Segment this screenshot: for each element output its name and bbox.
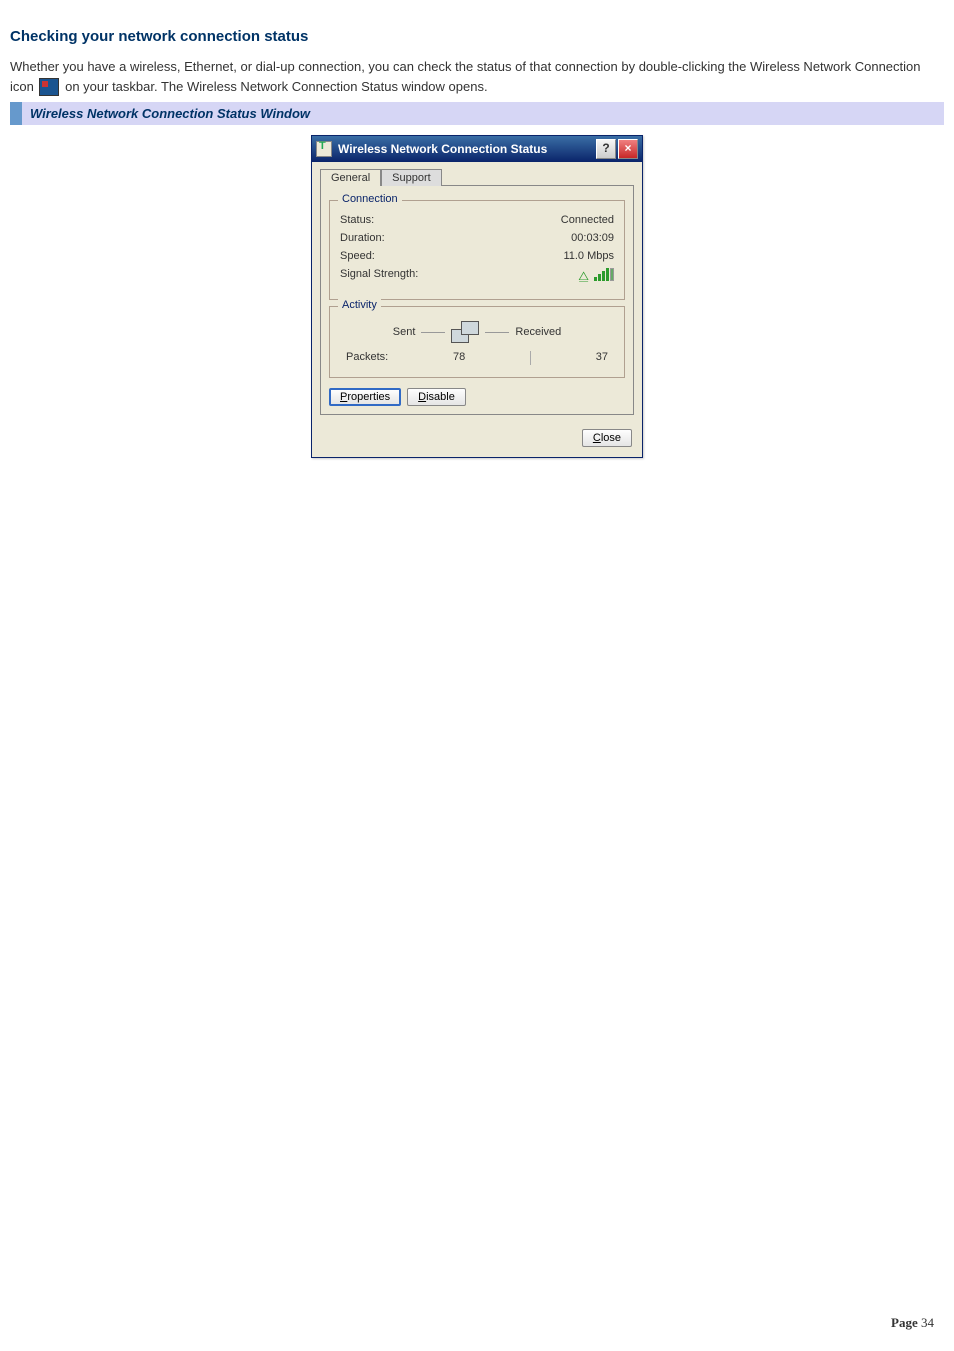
wireless-tray-icon <box>39 78 59 96</box>
help-button[interactable]: ? <box>596 139 616 159</box>
packets-sent-value: 78 <box>453 351 465 365</box>
signal-label: Signal Strength: <box>340 268 418 284</box>
activity-legend: Activity <box>338 299 381 311</box>
connection-legend: Connection <box>338 193 402 205</box>
intro-paragraph: Whether you have a wireless, Ethernet, o… <box>10 57 944 96</box>
close-button[interactable]: Close <box>582 429 632 447</box>
tab-panel-general: Connection Status: Connected Duration: 0… <box>320 185 634 415</box>
dialog-titlebar: Wireless Network Connection Status ? × <box>312 136 642 162</box>
status-dialog: Wireless Network Connection Status ? × G… <box>311 135 643 458</box>
disable-button[interactable]: Disable <box>407 388 466 406</box>
packets-received-value: 37 <box>596 351 608 365</box>
page-footer: Page 34 <box>891 1315 934 1331</box>
duration-label: Duration: <box>340 232 385 244</box>
duration-value: 00:03:09 <box>571 232 614 244</box>
close-x-button[interactable]: × <box>618 139 638 159</box>
properties-button[interactable]: Properties <box>329 388 401 406</box>
connection-group: Connection Status: Connected Duration: 0… <box>329 200 625 300</box>
activity-received-label: Received <box>515 326 561 338</box>
activity-group: Activity Sent Received Packets: 78 37 <box>329 306 625 378</box>
activity-sent-label: Sent <box>393 326 416 338</box>
page-heading: Checking your network connection status <box>10 28 944 45</box>
figure-caption-bar: Wireless Network Connection Status Windo… <box>10 102 944 125</box>
page-footer-label: Page <box>891 1315 921 1330</box>
tab-general[interactable]: General <box>320 169 381 186</box>
intro-text-b: on your taskbar. The Wireless Network Co… <box>65 79 487 94</box>
packets-label: Packets: <box>346 351 388 365</box>
speed-value: 11.0 Mbps <box>563 250 614 262</box>
tab-support[interactable]: Support <box>381 169 442 186</box>
speed-label: Speed: <box>340 250 375 262</box>
status-value: Connected <box>561 214 614 226</box>
banner-accent <box>10 102 22 125</box>
app-icon <box>316 141 332 157</box>
activity-line-right <box>485 332 509 333</box>
packets-divider <box>530 351 531 365</box>
two-computers-icon <box>451 321 479 343</box>
figure-caption: Wireless Network Connection Status Windo… <box>22 102 944 125</box>
activity-line-left <box>421 332 445 333</box>
dialog-title: Wireless Network Connection Status <box>336 142 594 156</box>
tab-strip: General Support <box>312 162 642 185</box>
status-label: Status: <box>340 214 374 226</box>
page-footer-number: 34 <box>921 1315 934 1330</box>
signal-strength-icon: ⧋ <box>578 268 614 284</box>
